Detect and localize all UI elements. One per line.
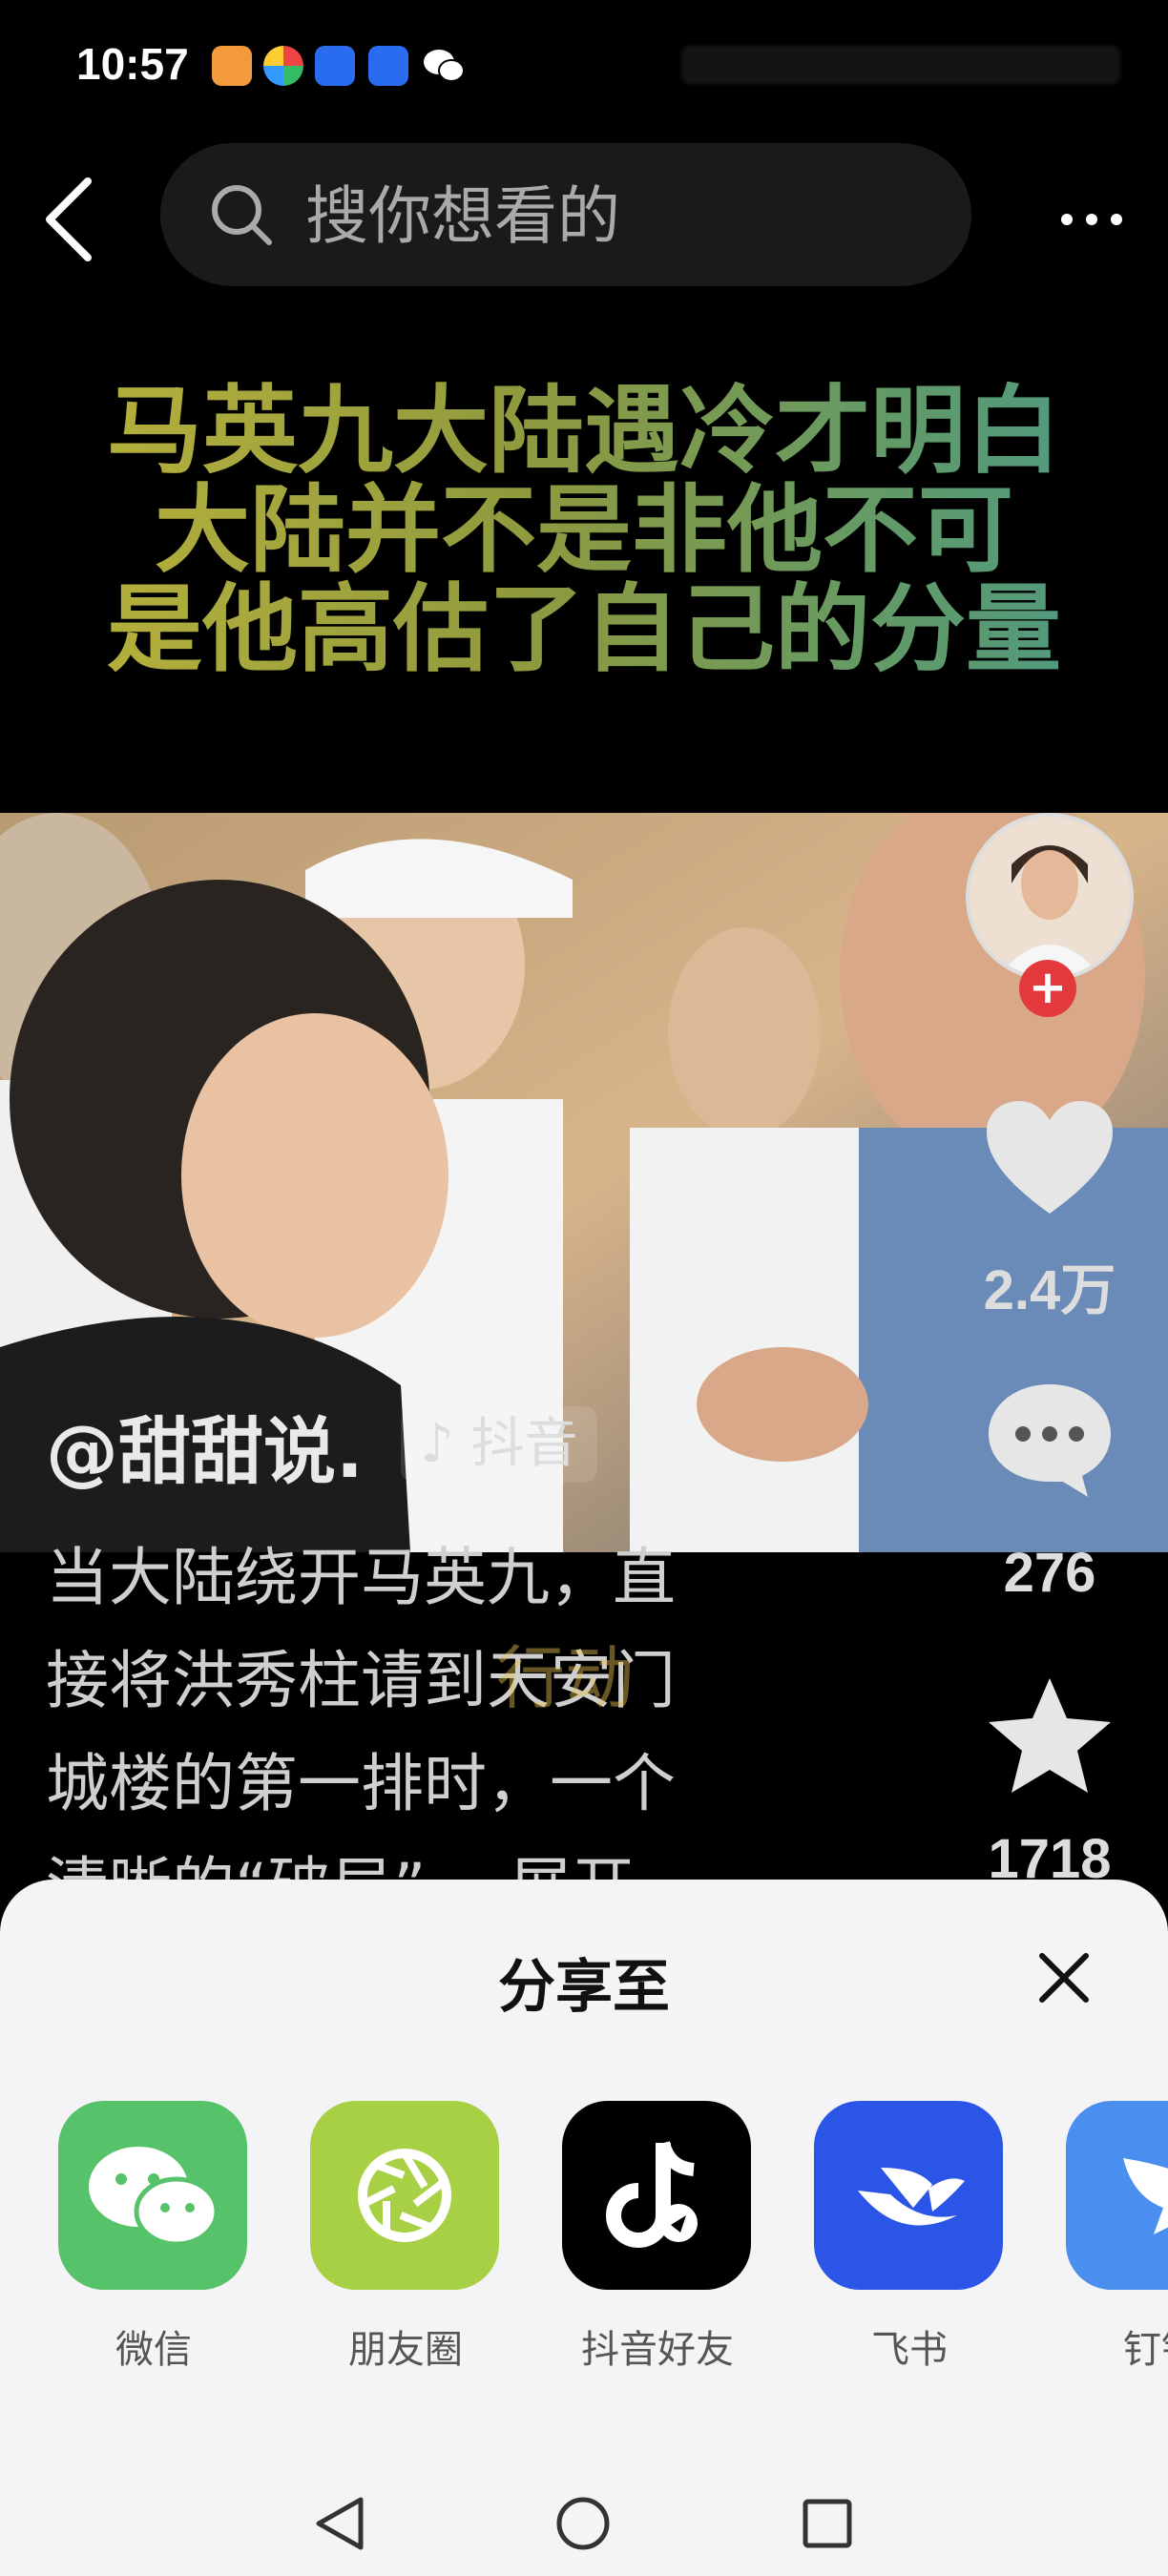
home-circle-icon [556, 2497, 610, 2550]
douyin-icon [562, 2101, 751, 2290]
more-icon [1061, 214, 1122, 225]
caption-line: 当大陆绕开马英九，直 [46, 1541, 676, 1614]
video-overlay-text: 行动 [496, 1638, 635, 1718]
share-target-douyin-friend[interactable]: 抖音好友 [562, 2101, 753, 2374]
close-button[interactable] [1031, 1944, 1097, 2011]
share-target-moments[interactable]: 朋友圈 [310, 2101, 501, 2374]
share-target-label: 朋友圈 [348, 2328, 463, 2372]
search-input[interactable] [303, 172, 928, 260]
back-button[interactable] [38, 172, 105, 267]
star-icon [989, 1678, 1111, 1793]
share-target-label: 飞书 [871, 2328, 948, 2372]
search-bar[interactable] [160, 143, 971, 286]
comment-button[interactable] [983, 1379, 1116, 1503]
like-button[interactable] [983, 1097, 1116, 1221]
headline-line: 马英九大陆遇冷才明白 [107, 375, 1061, 487]
search-icon [208, 181, 275, 248]
wechat-icon [58, 2101, 247, 2290]
share-sheet-title: 分享至 [498, 1954, 670, 2021]
favorite-button[interactable] [983, 1674, 1116, 1798]
more-options-button[interactable] [1053, 181, 1130, 258]
headline-line: 是他高估了自己的分量 [107, 573, 1061, 685]
dingtalk-icon [1066, 2101, 1168, 2290]
author-name[interactable]: @甜甜说. [46, 1393, 364, 1498]
feishu-icon [814, 2101, 1003, 2290]
status-indicators [681, 46, 1120, 84]
app-notification-icon [212, 46, 252, 86]
nav-home-button[interactable] [550, 2490, 616, 2557]
wechat-notification-icon [422, 46, 465, 86]
author-avatar[interactable] [966, 813, 1134, 981]
comment-icon [989, 1384, 1111, 1497]
nav-back-button[interactable] [307, 2490, 374, 2557]
caption-line: 城楼的第一排时，一个 [46, 1747, 676, 1820]
headline-line: 大陆并不是非他不可 [155, 474, 1013, 586]
share-target-label: 钉钉 [1123, 2328, 1168, 2372]
share-sheet: 分享至 微信 朋友圈 抖音好友 飞书 钉钉 [0, 1880, 1168, 2576]
share-target-dingtalk[interactable]: 钉钉 [1066, 2101, 1168, 2374]
app-notification-icon [263, 46, 303, 86]
video-headline: 马英九大陆遇冷才明白 大陆并不是非他不可 是他高估了自己的分量 [38, 382, 1130, 679]
app-notification-icon [368, 46, 408, 86]
share-target-wechat[interactable]: 微信 [58, 2101, 249, 2374]
app-notification-icon [315, 46, 355, 86]
close-icon [1039, 1953, 1089, 2003]
platform-tag-label: 抖音 [470, 1413, 578, 1475]
back-triangle-icon [316, 2497, 364, 2550]
follow-button[interactable]: + [1019, 960, 1076, 1017]
heart-icon [987, 1101, 1113, 1214]
like-count: 2.4万 [983, 1259, 1116, 1321]
recents-square-icon [803, 2499, 852, 2548]
share-target-label: 微信 [115, 2328, 192, 2372]
platform-tag: ♪ 抖音 [401, 1406, 597, 1483]
status-bar: 10:57 [0, 0, 1168, 134]
douyin-note-icon: ♪ [420, 1413, 454, 1475]
status-time: 10:57 [76, 39, 189, 89]
post-caption[interactable]: 当大陆绕开马英九，直 接将洪秀柱请到天安门 城楼的第一排时，一个 清晰的“破局”… [46, 1527, 981, 1939]
share-target-feishu[interactable]: 飞书 [814, 2101, 1005, 2374]
nav-recents-button[interactable] [794, 2490, 861, 2557]
share-target-label: 抖音好友 [581, 2328, 734, 2372]
moments-icon [310, 2101, 499, 2290]
